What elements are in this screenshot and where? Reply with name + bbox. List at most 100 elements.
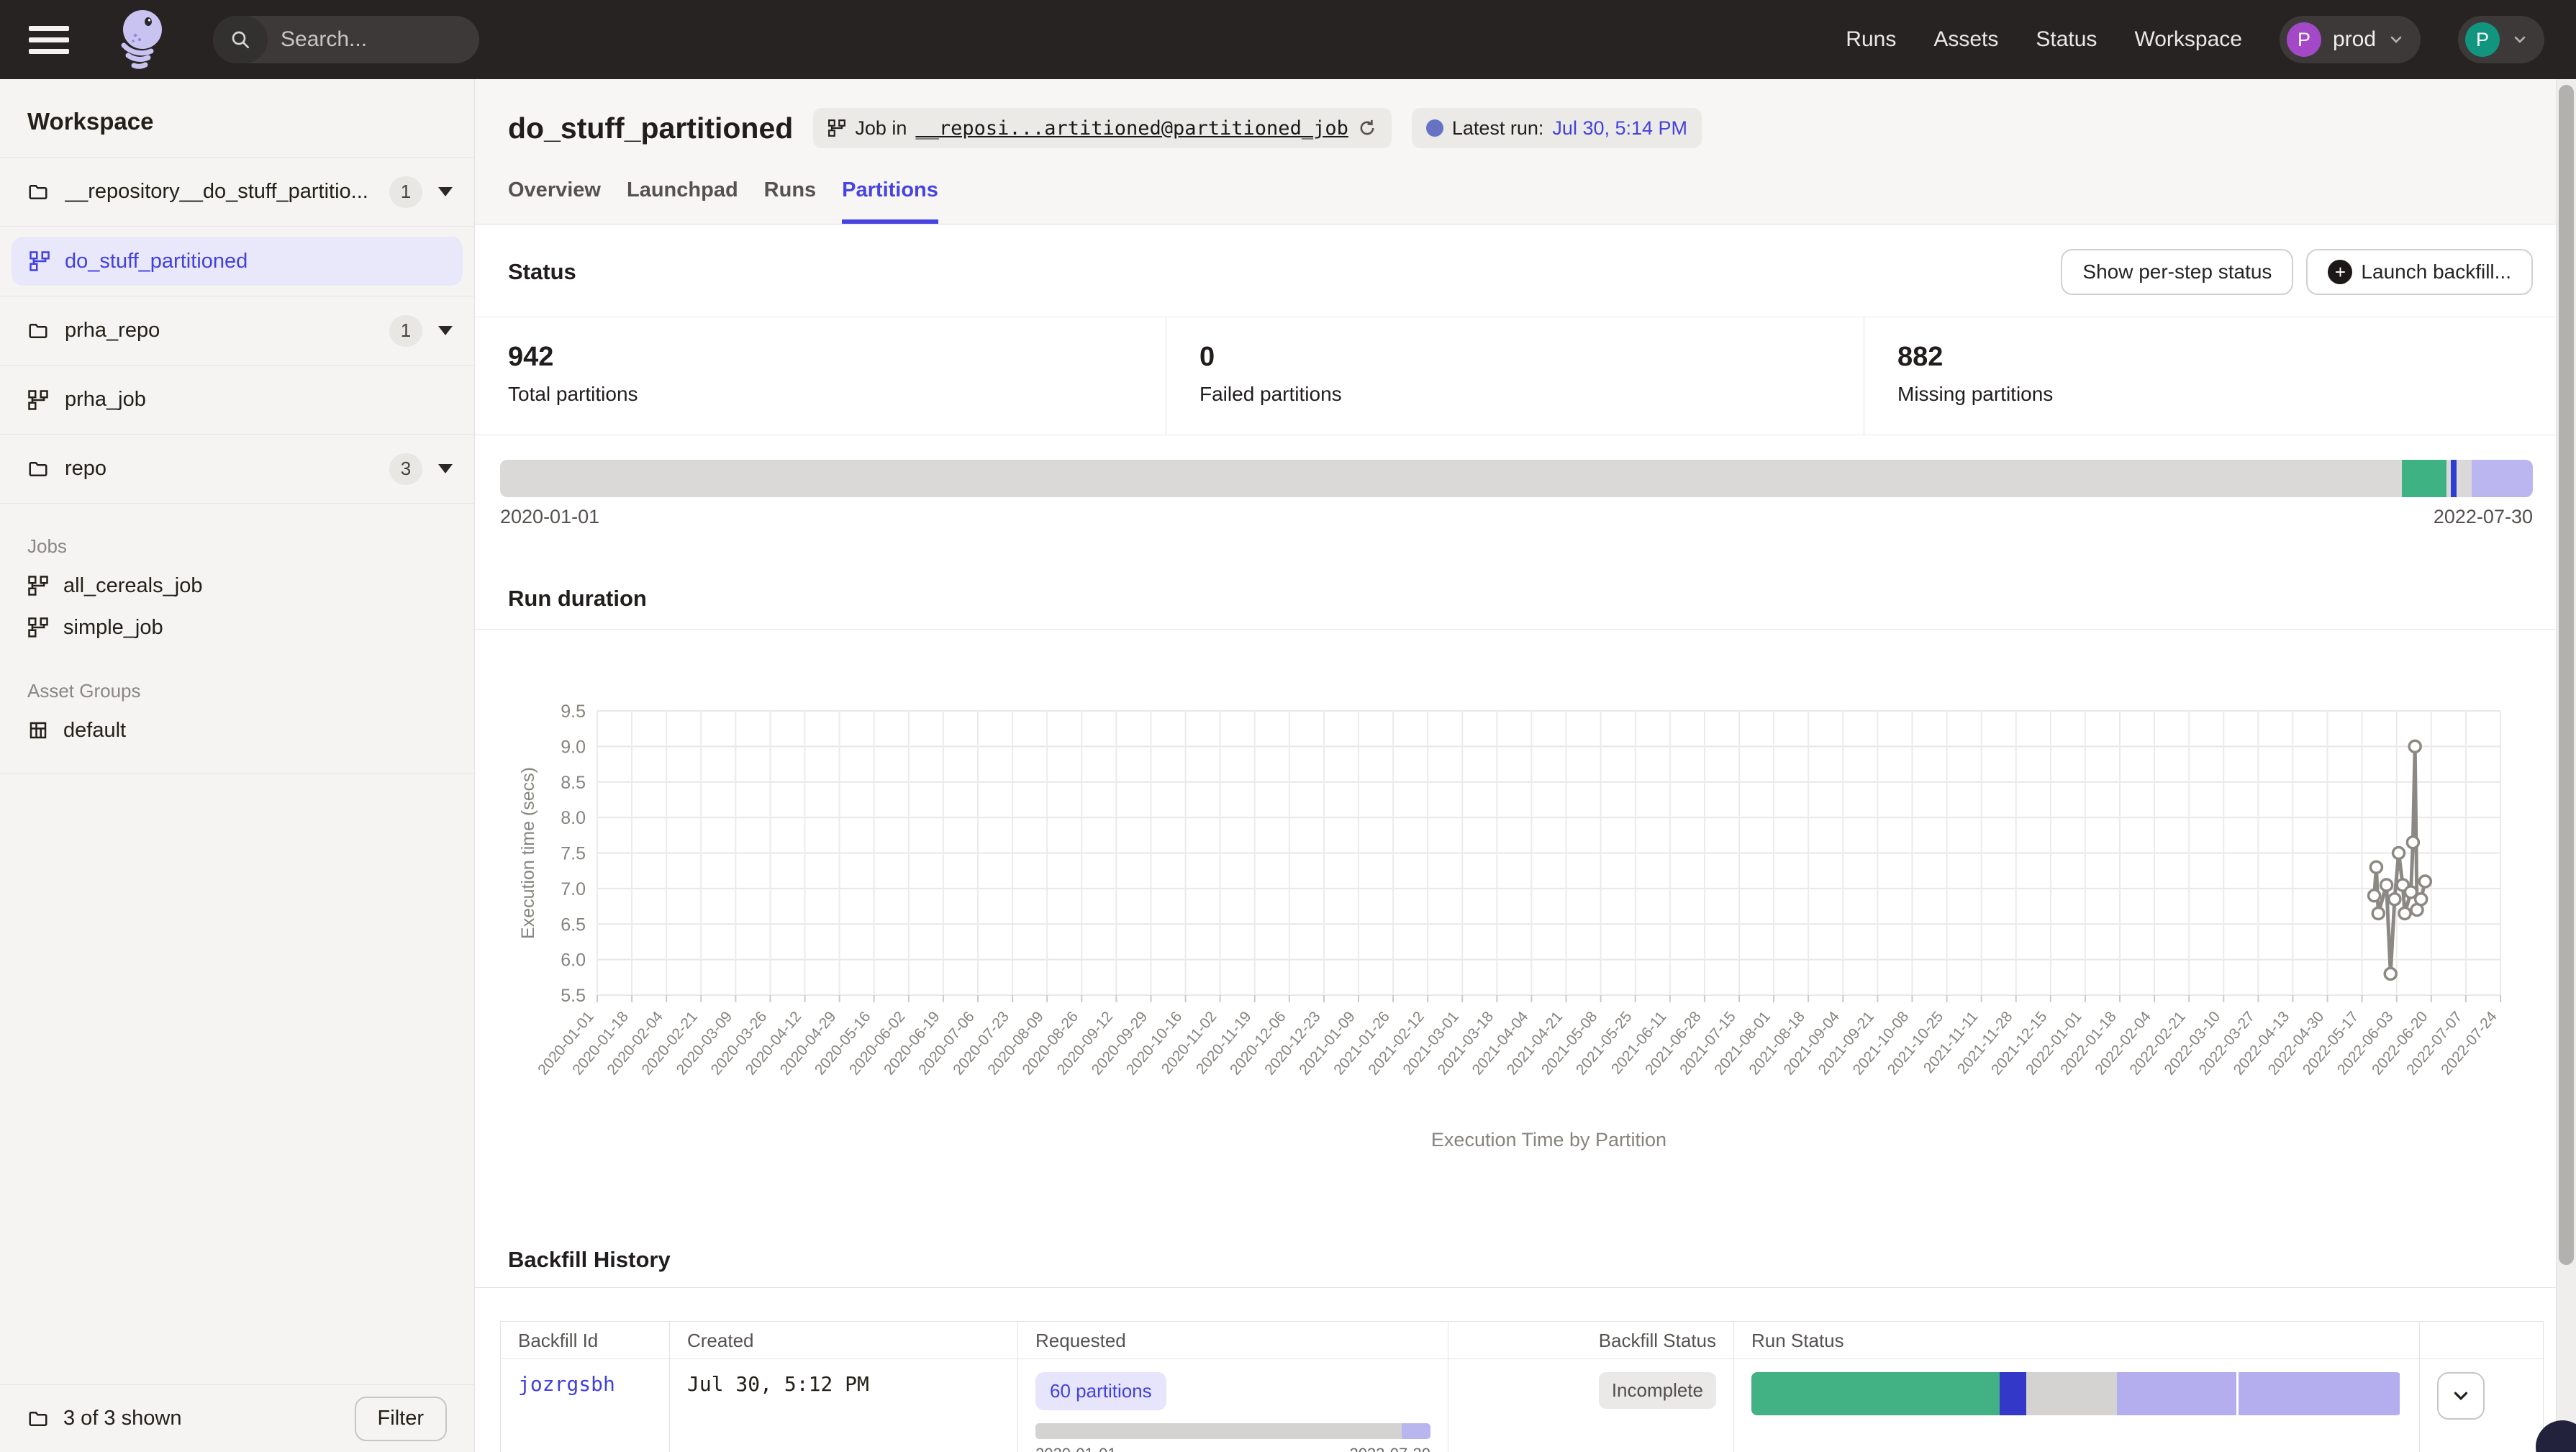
shown-count: 3 of 3 shown (63, 1407, 355, 1430)
svg-text:7.5: 7.5 (561, 844, 586, 864)
backfill-table-row: jozrgsbh Jul 30, 5:12 PM 60 partitions 2… (501, 1359, 2543, 1452)
launch-backfill-button[interactable]: + Launch backfill... (2306, 249, 2533, 295)
sidebar-item-simple-job[interactable]: simple_job (0, 607, 474, 648)
sidebar-item-all-cereals-job[interactable]: all_cereals_job (0, 565, 474, 607)
backfill-table: Backfill Id Created Requested Backfill S… (500, 1321, 2544, 1452)
requested-range-start: 2020-01-01 (1035, 1445, 1117, 1452)
job-label: prha_job (65, 388, 453, 412)
backfill-id-link[interactable]: jozrgsbh (518, 1372, 615, 1396)
job-tabs: Overview Launchpad Runs Partitions (475, 148, 2556, 224)
search-input[interactable] (268, 27, 479, 52)
caret-down-icon[interactable] (438, 326, 453, 335)
main-content: do_stuff_partitioned Job in __reposi...a… (475, 79, 2556, 1452)
run-duration-header: Run duration (475, 528, 2556, 629)
sidebar-footer: 3 of 3 shown Filter (0, 1384, 474, 1452)
run-status-dot (1426, 119, 1443, 137)
folder-icon (27, 320, 49, 342)
sidebar-item-prha-repo[interactable]: prha_repo 1 (0, 296, 474, 366)
launch-backfill-label: Launch backfill... (2361, 260, 2511, 283)
cell-backfill-id: jozrgsbh (501, 1359, 670, 1452)
job-icon (27, 617, 49, 638)
user-menu[interactable]: P (2458, 16, 2544, 63)
status-section-header: Status Show per-step status + Launch bac… (475, 224, 2556, 317)
partition-range-start: 2020-01-01 (500, 506, 599, 528)
col-backfill-id: Backfill Id (501, 1322, 670, 1359)
svg-text:8.0: 8.0 (561, 808, 586, 828)
section-divider (475, 1287, 2556, 1288)
latest-run-label: Latest run: (1452, 117, 1544, 140)
tab-overview[interactable]: Overview (508, 178, 601, 224)
tab-partitions[interactable]: Partitions (842, 178, 938, 224)
job-label: all_cereals_job (63, 574, 202, 598)
col-created: Created (670, 1322, 1018, 1359)
job-icon (27, 389, 49, 411)
dagster-logo[interactable] (111, 5, 173, 74)
nav-assets[interactable]: Assets (1933, 27, 1998, 52)
folder-icon (27, 1408, 49, 1430)
stat-value: 0 (1199, 342, 1864, 373)
nav-workspace[interactable]: Workspace (2134, 27, 2242, 52)
col-backfill-status: Backfill Status (1448, 1322, 1734, 1359)
backfill-history-header: Backfill History (475, 1218, 2556, 1287)
partition-status-bar[interactable] (500, 460, 2533, 497)
svg-text:9.5: 9.5 (561, 702, 586, 722)
show-per-step-status-button[interactable]: Show per-step status (2061, 249, 2293, 295)
workspace-sidebar: Workspace __repository__do_stuff_partiti… (0, 79, 475, 1452)
created-timestamp: Jul 30, 5:12 PM (687, 1372, 869, 1396)
requested-range-end: 2022-07-30 (1349, 1445, 1430, 1452)
expand-row-button[interactable] (2437, 1372, 2485, 1420)
repo-label: prha_repo (65, 319, 389, 342)
stat-label: Total partitions (508, 383, 1166, 406)
filter-button[interactable]: Filter (355, 1397, 447, 1441)
sidebar-item-default-asset-group[interactable]: default (0, 709, 474, 751)
reload-icon[interactable] (1357, 118, 1377, 138)
search-icon (213, 16, 268, 63)
job-icon (27, 575, 49, 596)
latest-run-link[interactable]: Jul 30, 5:14 PM (1552, 117, 1687, 140)
menu-icon[interactable] (29, 20, 81, 59)
repo-list: __repository__do_stuff_partitio... 1 do_… (0, 157, 474, 504)
stat-value: 942 (508, 342, 1166, 373)
job-icon (827, 119, 846, 137)
sidebar-item-repo[interactable]: repo 3 (0, 435, 474, 504)
requested-partitions-chip[interactable]: 60 partitions (1035, 1372, 1166, 1410)
cell-requested: 60 partitions 2020-01-01 2022-07-30 (1018, 1359, 1448, 1452)
job-origin-link[interactable]: __reposi...artitioned@partitioned_job (915, 117, 1348, 140)
sidebar-item-do-stuff-partitioned[interactable]: do_stuff_partitioned (12, 237, 463, 286)
cell-backfill-status: Incomplete (1448, 1359, 1734, 1452)
repo-count-badge: 1 (389, 176, 422, 208)
page-title: do_stuff_partitioned (508, 112, 793, 145)
deployment-avatar: P (2287, 22, 2321, 57)
tab-launchpad[interactable]: Launchpad (627, 178, 738, 224)
stat-value: 882 (1897, 342, 2556, 373)
partition-stats: 942 Total partitions 0 Failed partitions… (475, 317, 2556, 435)
scrollbar-thumb[interactable] (2559, 85, 2574, 1265)
run-duration-heading: Run duration (508, 586, 2556, 612)
cell-created: Jul 30, 5:12 PM (670, 1359, 1018, 1452)
sidebar-item-repository[interactable]: __repository__do_stuff_partitio... 1 (0, 158, 474, 227)
deployment-name: prod (2333, 27, 2376, 52)
sidebar-item-prha-job[interactable]: prha_job (0, 366, 474, 435)
nav-runs[interactable]: Runs (1846, 27, 1896, 52)
tab-runs[interactable]: Runs (764, 178, 817, 224)
backfill-history-heading: Backfill History (508, 1247, 2556, 1273)
asset-group-icon (27, 720, 49, 741)
folder-icon (27, 458, 49, 480)
run-status-bar[interactable] (1751, 1372, 2402, 1415)
deployment-switcher[interactable]: P prod (2280, 16, 2421, 63)
folder-icon (27, 181, 49, 203)
caret-down-icon[interactable] (438, 187, 453, 196)
partition-range-end: 2022-07-30 (2434, 506, 2533, 528)
col-run-status: Run Status (1734, 1322, 2420, 1359)
nav-status[interactable]: Status (2036, 27, 2097, 52)
svg-text:8.5: 8.5 (561, 773, 586, 793)
svg-text:7.0: 7.0 (561, 879, 586, 899)
repo-count-badge: 3 (389, 453, 422, 485)
partition-status-bar-wrap: 2020-01-01 2022-07-30 (500, 460, 2533, 528)
stat-label: Failed partitions (1199, 383, 1864, 406)
status-heading: Status (508, 259, 576, 285)
caret-down-icon[interactable] (438, 464, 453, 473)
top-navbar: / Runs Assets Status Workspace P prod P (0, 0, 2576, 79)
plus-circle-icon: + (2328, 260, 2352, 284)
page-scrollbar (2556, 79, 2576, 1452)
